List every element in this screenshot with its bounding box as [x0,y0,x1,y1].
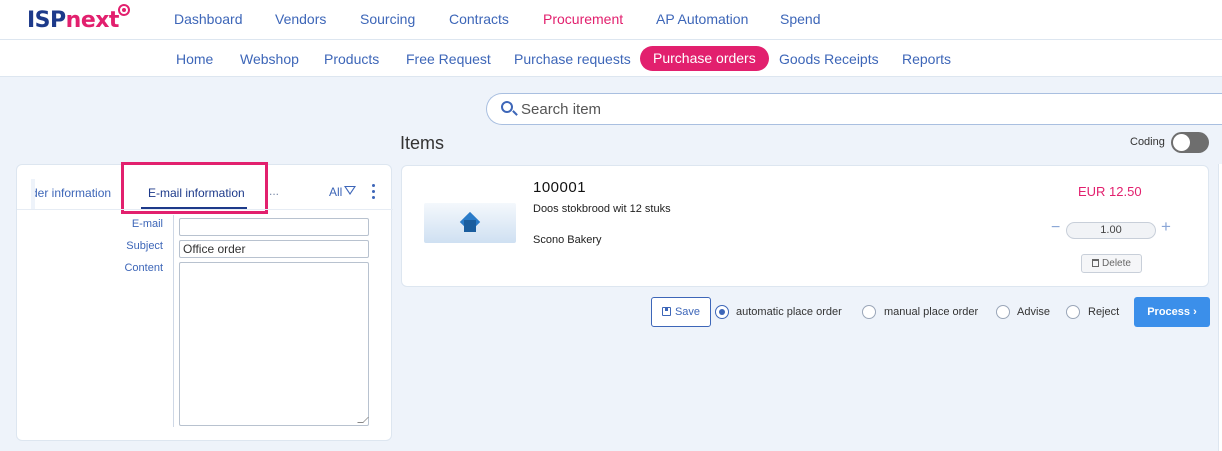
delete-button[interactable]: Delete [1081,254,1142,273]
nav-spend[interactable]: Spend [780,11,820,27]
subnav-webshop[interactable]: Webshop [240,51,299,67]
logo-mark-icon [118,4,130,16]
radio-label-advise[interactable]: Advise [1017,306,1050,318]
radio-automatic-place-order[interactable] [715,305,729,319]
panel-divider [17,209,393,210]
nav-contracts[interactable]: Contracts [449,11,509,27]
product-image [424,203,516,243]
tab-more[interactable]: ... [269,184,279,198]
items-heading: Items [400,133,445,153]
coding-label: Coding [1130,136,1165,148]
quantity-increase-button[interactable]: + [1161,217,1171,237]
subject-field[interactable]: Office order [179,240,369,258]
top-navigation: ISPnext Dashboard Vendors Sourcing Contr… [0,0,1222,40]
filter-icon[interactable] [344,186,356,195]
tab-order-information[interactable]: der information [31,186,111,200]
tab-scroll-fade [31,179,35,209]
subnav-free-request[interactable]: Free Request [406,51,491,67]
radio-label-manual[interactable]: manual place order [884,306,978,318]
nav-ap-automation[interactable]: AP Automation [656,11,748,27]
search-bar [486,93,1222,125]
email-information-panel: der information E-mail information ... A… [16,162,393,441]
save-button[interactable]: Save [651,297,711,327]
content-textarea[interactable] [179,262,369,426]
chevron-right-icon: › [1190,306,1197,318]
coding-toggle[interactable] [1171,132,1209,153]
nav-procurement[interactable]: Procurement [543,11,623,27]
sub-navigation: Home Webshop Products Free Request Purch… [0,40,1222,77]
subnav-purchase-orders[interactable]: Purchase orders [640,46,769,71]
nav-sourcing[interactable]: Sourcing [360,11,415,27]
search-input[interactable] [519,95,1199,123]
subnav-reports[interactable]: Reports [902,51,951,67]
box-icon [458,210,482,234]
subnav-home[interactable]: Home [176,51,213,67]
nav-dashboard[interactable]: Dashboard [174,11,243,27]
subnav-products[interactable]: Products [324,51,379,67]
radio-manual-place-order[interactable] [862,305,876,319]
item-description: Doos stokbrood wit 12 stuks [533,203,671,215]
subnav-goods-receipts[interactable]: Goods Receipts [779,51,879,67]
subject-label: Subject [126,240,163,252]
field-divider [173,215,174,427]
radio-label-automatic[interactable]: automatic place order [736,306,842,318]
kebab-menu-icon[interactable] [372,184,375,199]
item-code: 100001 [533,179,587,196]
quantity-decrease-button[interactable]: − [1051,219,1060,237]
filter-all-label[interactable]: All [329,185,342,199]
email-field[interactable] [179,218,369,236]
ispnext-logo[interactable]: ISPnext [27,8,119,33]
delete-label: Delete [1102,258,1131,269]
save-icon [661,307,671,316]
item-card: 100001 Doos stokbrood wit 12 stuks Scono… [401,165,1209,287]
nav-vendors[interactable]: Vendors [275,11,326,27]
content-label: Content [124,262,163,274]
save-label: Save [674,306,701,318]
subnav-purchase-requests[interactable]: Purchase requests [514,51,631,67]
radio-label-reject[interactable]: Reject [1088,306,1119,318]
email-label: E-mail [131,218,163,230]
process-label: Process [1147,306,1191,318]
resize-handle-icon[interactable] [357,417,369,423]
radio-advise[interactable] [996,305,1010,319]
toggle-knob [1173,134,1190,151]
highlight-box [121,162,268,214]
process-button[interactable]: Process › [1134,297,1210,327]
trash-icon [1092,259,1100,267]
right-panel-edge [1218,164,1222,451]
item-price: EUR 12.50 [1078,184,1142,199]
radio-reject[interactable] [1066,305,1080,319]
quantity-stepper[interactable]: 1.00 [1066,222,1156,239]
item-vendor: Scono Bakery [533,234,602,246]
search-icon [501,101,513,113]
